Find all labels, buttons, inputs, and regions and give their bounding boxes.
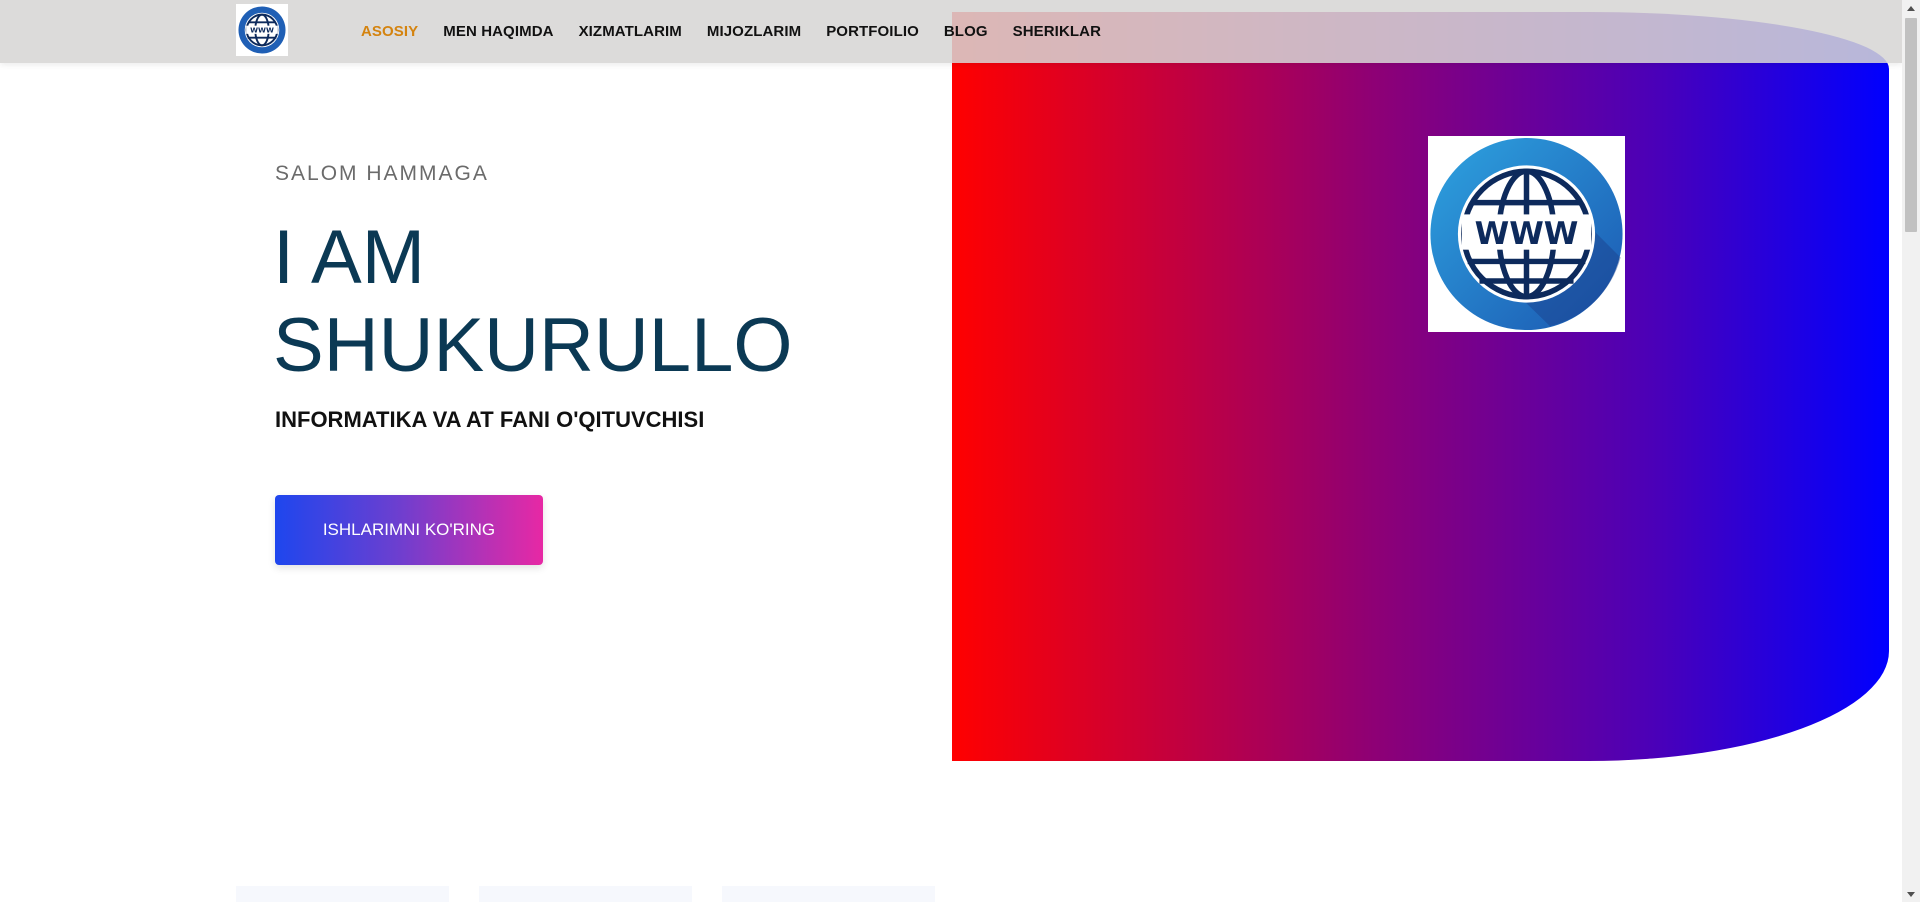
hero-title-line-1: I AM xyxy=(273,215,426,300)
scroll-up-arrow-icon[interactable] xyxy=(1902,0,1920,16)
nav-item-mijozlarim[interactable]: MIJOZLARIM xyxy=(707,23,801,40)
nav-item-xizmatlarim[interactable]: XIZMATLARIM xyxy=(579,23,682,40)
nav-item-blog[interactable]: BLOG xyxy=(944,23,988,40)
nav-item-portfoilio[interactable]: PORTFOILIO xyxy=(826,23,919,40)
svg-text:WWW: WWW xyxy=(1475,216,1579,252)
hero-image: WWW xyxy=(1428,136,1625,332)
service-card xyxy=(236,886,449,902)
main-nav: ASOSIY MEN HAQIMDA XIZMATLARIM MIJOZLARI… xyxy=(361,0,1126,63)
brand-logo[interactable]: WWW xyxy=(236,4,288,56)
hero-greeting: SALOM HAMMAGA xyxy=(275,162,489,185)
nav-item-asosiy[interactable]: ASOSIY xyxy=(361,23,418,40)
hero-title: I AM SHUKURULLO xyxy=(273,214,833,390)
www-globe-icon: WWW xyxy=(1430,137,1623,331)
service-card xyxy=(722,886,935,902)
svg-text:WWW: WWW xyxy=(250,25,274,34)
nav-item-sheriklar[interactable]: SHERIKLAR xyxy=(1013,23,1101,40)
hero-subtitle: INFORMATIKA VA AT FANI O'QITUVCHISI xyxy=(275,407,705,432)
site-header: WWW ASOSIY MEN HAQIMDA XIZMATLARIM MIJOZ… xyxy=(0,0,1902,63)
scroll-down-arrow-icon[interactable] xyxy=(1902,886,1920,902)
service-card xyxy=(479,886,692,902)
www-globe-icon: WWW xyxy=(238,6,286,54)
nav-item-men-haqimda[interactable]: MEN HAQIMDA xyxy=(443,23,553,40)
scrollbar-thumb[interactable] xyxy=(1905,18,1917,232)
vertical-scrollbar[interactable] xyxy=(1902,0,1920,902)
page: WWW WWW ASOSIY MEN HAQIMDA XIZMATLARIM M… xyxy=(0,0,1920,902)
view-works-button[interactable]: ISHLARIMNI KO'RING xyxy=(275,495,543,565)
hero-title-line-2: SHUKURULLO xyxy=(273,303,793,388)
hero-gradient-panel xyxy=(952,12,1889,761)
